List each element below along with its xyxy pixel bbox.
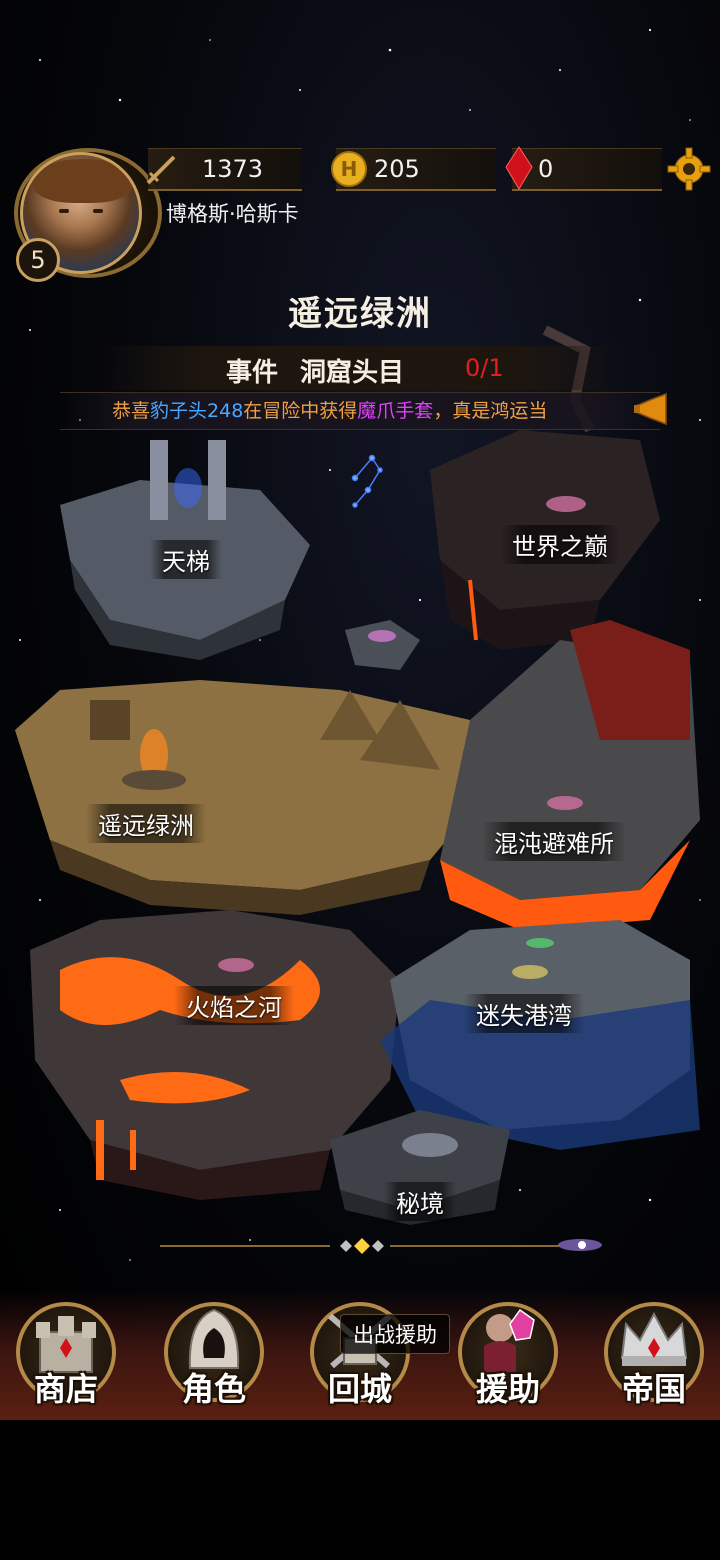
gem-value: 0 [538, 155, 554, 183]
horn-icon[interactable] [632, 392, 670, 426]
nav-character-button[interactable]: 角色 [158, 1296, 270, 1418]
nav-shop-button[interactable]: 商店 [10, 1296, 122, 1418]
nav-assist-button[interactable]: 援助 [452, 1296, 564, 1418]
gem-bar: 0 [505, 146, 662, 191]
ticker-prefix: 恭喜 [112, 400, 151, 422]
gold-bar: H 205 [331, 148, 496, 191]
map-location-lost-harbor[interactable]: 迷失港湾 [464, 994, 584, 1033]
nav-return-city-label: 回城 [327, 1370, 392, 1408]
sword-icon [146, 155, 176, 185]
ticker-item: 魔爪手套 [357, 400, 434, 422]
assist-tooltip: 出战援助 [340, 1314, 450, 1354]
event-progress: 0/1 [465, 354, 504, 382]
ticker-text: 恭喜豹子头248在冒险中获得魔爪手套，真是鸿运当 [112, 396, 634, 426]
location-title: 遥远绿洲 [288, 294, 432, 334]
nav-empire-label: 帝国 [621, 1370, 686, 1408]
nav-shop-label: 商店 [33, 1370, 98, 1408]
level-badge: 5 [16, 238, 60, 282]
red-gem-icon [505, 146, 533, 190]
event-name: 洞窟头目 [300, 358, 405, 388]
svg-text:H: H [341, 157, 358, 181]
player-name: 博格斯·哈斯卡 [166, 202, 299, 226]
map-location-fire-river[interactable]: 火焰之河 [174, 986, 294, 1025]
map-location-world-peak[interactable]: 世界之巅 [500, 525, 620, 564]
power-value: 1373 [202, 155, 264, 183]
ticker-middle: 在冒险中获得 [243, 400, 358, 422]
map-location-distant-oasis[interactable]: 遥远绿洲 [86, 804, 206, 843]
gold-coin-icon: H [331, 151, 367, 187]
event-label: 事件 [226, 358, 279, 388]
map-location-chaos-refuge[interactable]: 混沌避难所 [482, 822, 626, 861]
nav-character-label: 角色 [181, 1370, 246, 1408]
crown-icon [620, 1311, 688, 1366]
power-bar: 1373 [146, 148, 302, 191]
ticker-player: 豹子头248 [150, 400, 244, 422]
gold-value: 205 [374, 155, 420, 183]
map-location-tianti[interactable]: 天梯 [150, 540, 222, 579]
settings-gear-icon[interactable] [666, 146, 712, 192]
nav-empire-button[interactable]: 帝国 [598, 1296, 710, 1418]
nav-assist-label: 援助 [475, 1370, 540, 1408]
page-indicator [160, 1238, 560, 1254]
ticker-suffix: ，真是鸿运当 [433, 400, 548, 422]
map-location-secret-realm[interactable]: 秘境 [384, 1182, 456, 1221]
